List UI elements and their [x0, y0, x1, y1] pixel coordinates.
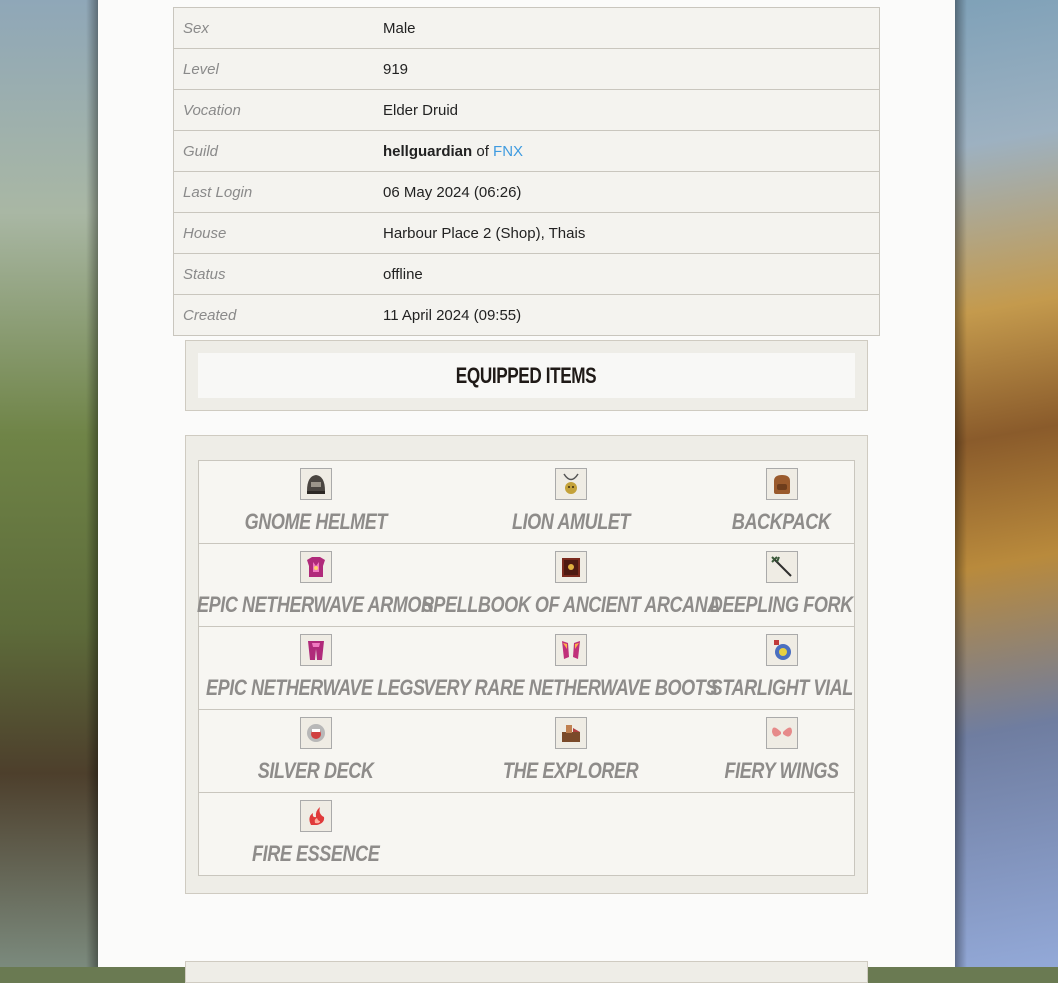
guild-of-text: of [476, 142, 489, 160]
boots-icon [554, 634, 587, 666]
legs-icon [299, 634, 332, 666]
background-left [0, 0, 98, 967]
background-right [955, 0, 1058, 967]
info-row-level: Level 919 [174, 49, 879, 90]
info-row-last-login: Last Login 06 May 2024 (06:26) [174, 172, 879, 213]
item-row: Fire Essence [199, 793, 854, 875]
info-row-created: Created 11 April 2024 (09:55) [174, 295, 879, 335]
equipped-items-box: Gnome Helmet Lion Amulet Backpack [185, 435, 868, 894]
empty-cell [432, 793, 709, 875]
helmet-icon [299, 468, 332, 500]
info-value: 919 [383, 60, 409, 78]
info-row-vocation: Vocation Elder Druid [174, 90, 879, 131]
equipped-header-box: Equipped Items [185, 340, 868, 411]
explorer-icon [554, 717, 587, 749]
item-name: The Explorer [502, 758, 639, 783]
guild-value: hellguardian of FNX [383, 143, 523, 160]
info-label: Guild [183, 142, 219, 160]
info-label: Created [183, 306, 237, 324]
item-row: Silver Deck The Explorer Fiery Wings [199, 710, 854, 793]
item-name: Epic Netherwave Legs [206, 675, 425, 700]
item-name: Fire Essence [251, 841, 380, 866]
item-cell[interactable]: Silver Deck [199, 710, 432, 792]
item-name: Epic Netherwave Armor [197, 592, 434, 617]
character-info-table: Sex Male Level 919 Vocation Elder Druid … [173, 7, 880, 336]
item-cell[interactable]: Spellbook of Ancient Arcana [421, 544, 720, 626]
info-label: Level [183, 60, 219, 78]
deck-icon [299, 717, 332, 749]
spellbook-icon [554, 551, 587, 583]
item-cell[interactable]: The Explorer [432, 710, 709, 792]
info-row-status: Status offline [174, 254, 879, 295]
wings-icon [765, 717, 798, 749]
item-cell[interactable]: Fiery Wings [709, 710, 854, 792]
essence-icon [299, 800, 332, 832]
section-title: Equipped Items [456, 362, 597, 388]
fork-icon [765, 551, 798, 583]
equipped-items-grid: Gnome Helmet Lion Amulet Backpack [197, 460, 855, 876]
info-value: Male [383, 19, 416, 37]
item-cell[interactable]: Very Rare Netherwave Boots [424, 627, 718, 709]
guild-link[interactable]: FNX [493, 143, 523, 160]
item-cell[interactable]: Gnome Helmet [199, 461, 432, 543]
armor-icon [299, 551, 332, 583]
equipped-header: Equipped Items [198, 353, 855, 398]
item-cell[interactable]: Fire Essence [199, 793, 432, 875]
info-label: Status [183, 265, 226, 283]
content-panel: Sex Male Level 919 Vocation Elder Druid … [98, 0, 955, 983]
info-label: Last Login [183, 183, 253, 201]
info-label: House [183, 224, 227, 242]
item-cell[interactable]: Starlight Vial [709, 627, 854, 709]
guild-rank: hellguardian [383, 142, 473, 160]
item-cell[interactable]: Epic Netherwave Legs [199, 627, 432, 709]
info-value: 11 April 2024 (09:55) [383, 306, 522, 324]
item-name: Backpack [732, 509, 831, 534]
item-name: Spellbook of Ancient Arcana [421, 592, 720, 617]
info-row-sex: Sex Male [174, 8, 879, 49]
info-value: Elder Druid [383, 101, 459, 119]
info-row-guild: Guild hellguardian of FNX [174, 131, 879, 172]
item-cell[interactable]: Lion Amulet [432, 461, 709, 543]
info-value: Harbour Place 2 (Shop), Thais [383, 224, 586, 242]
info-label: Sex [183, 19, 209, 37]
vial-icon [765, 634, 798, 666]
amulet-icon [554, 468, 587, 500]
item-name: Fiery Wings [724, 758, 839, 783]
item-name: Starlight Vial [710, 675, 853, 700]
item-cell[interactable]: Backpack [709, 461, 854, 543]
info-value: 06 May 2024 (06:26) [383, 183, 522, 201]
item-name: Gnome Helmet [244, 509, 387, 534]
backpack-icon [765, 468, 798, 500]
item-row: Epic Netherwave Armor Spellbook of Ancie… [197, 544, 854, 627]
item-name: Very Rare Netherwave Boots [423, 675, 718, 700]
info-value: offline [383, 265, 423, 283]
item-row: Gnome Helmet Lion Amulet Backpack [199, 461, 854, 544]
empty-cell [709, 793, 854, 875]
info-label: Vocation [183, 101, 241, 119]
item-cell[interactable]: Deepling Fork [709, 544, 854, 626]
item-cell[interactable]: Epic Netherwave Armor [197, 544, 434, 626]
item-name: Silver Deck [257, 758, 374, 783]
next-section-box [185, 961, 868, 983]
item-row: Epic Netherwave Legs Very Rare Netherwav… [199, 627, 854, 710]
info-row-house: House Harbour Place 2 (Shop), Thais [174, 213, 879, 254]
item-name: Deepling Fork [709, 592, 854, 617]
item-name: Lion Amulet [511, 509, 630, 534]
